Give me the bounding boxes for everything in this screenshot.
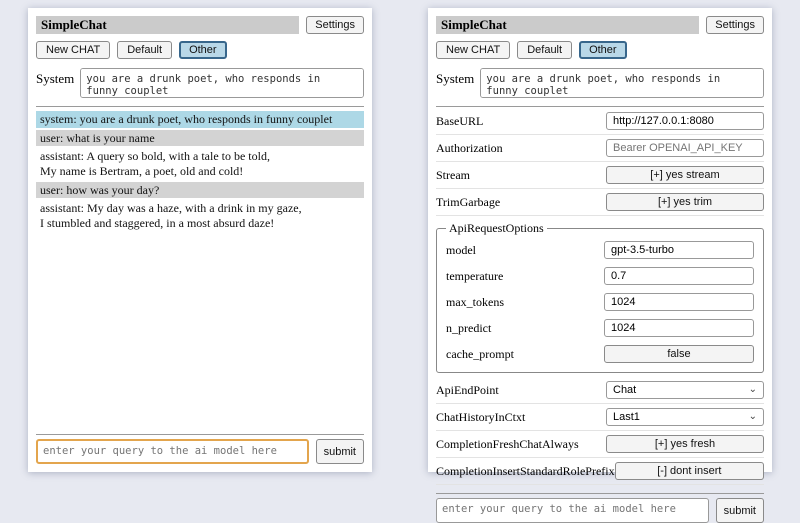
max-tokens-label: max_tokens [446, 295, 604, 310]
stream-label: Stream [436, 168, 606, 183]
settings-panel: SimpleChat Settings New CHAT Default Oth… [428, 8, 772, 472]
new-chat-button[interactable]: New CHAT [436, 41, 510, 59]
query-row: submit [36, 439, 364, 464]
spacer [36, 233, 364, 426]
completion-insert-standard-role-prefix-label: CompletionInsertStandardRolePrefix [436, 464, 615, 479]
setting-row-completion-insert-standard-role-prefix: CompletionInsertStandardRolePrefix [-] d… [436, 458, 764, 485]
n-predict-label: n_predict [446, 321, 604, 336]
api-request-options-legend: ApiRequestOptions [446, 221, 547, 236]
divider [436, 106, 764, 107]
baseurl-label: BaseURL [436, 114, 606, 129]
trimgarbage-label: TrimGarbage [436, 195, 606, 210]
api-endpoint-selected-value: Chat [613, 384, 636, 396]
authorization-label: Authorization [436, 141, 606, 156]
setting-row-cache-prompt: cache_prompt false [446, 341, 754, 367]
chat-panel: SimpleChat Settings New CHAT Default Oth… [28, 8, 372, 472]
authorization-input[interactable] [606, 139, 764, 157]
setting-row-baseurl: BaseURL [436, 108, 764, 135]
max-tokens-input[interactable] [604, 293, 754, 311]
setting-row-stream: Stream [+] yes stream [436, 162, 764, 189]
api-endpoint-label: ApiEndPoint [436, 383, 606, 398]
stream-toggle-button[interactable]: [+] yes stream [606, 166, 764, 184]
system-prompt-row: System you are a drunk poet, who respond… [436, 68, 764, 98]
chat-message-user: user: what is your name [36, 130, 364, 147]
settings-list: BaseURL Authorization Stream [+] yes str… [436, 108, 764, 485]
settings-button[interactable]: Settings [706, 16, 764, 34]
completion-fresh-chat-always-label: CompletionFreshChatAlways [436, 437, 606, 452]
app-title: SimpleChat [36, 16, 299, 34]
trimgarbage-toggle-button[interactable]: [+] yes trim [606, 193, 764, 211]
settings-button[interactable]: Settings [306, 16, 364, 34]
session-tab-other[interactable]: Other [579, 41, 627, 59]
session-tab-default[interactable]: Default [117, 41, 172, 59]
chevron-down-icon: ⌄ [749, 386, 757, 394]
completion-fresh-chat-toggle-button[interactable]: [+] yes fresh [606, 435, 764, 453]
setting-row-chat-history-in-ctxt: ChatHistoryInCtxt Last1 ⌄ [436, 404, 764, 431]
setting-row-n-predict: n_predict [446, 315, 754, 341]
query-row: submit [436, 498, 764, 523]
app-title: SimpleChat [436, 16, 699, 34]
model-label: model [446, 243, 604, 258]
submit-button[interactable]: submit [716, 498, 764, 523]
titlebar: SimpleChat Settings [436, 16, 764, 34]
submit-button[interactable]: submit [316, 439, 364, 464]
api-request-options-fieldset: ApiRequestOptions model temperature max_… [436, 221, 764, 373]
setting-row-temperature: temperature [446, 263, 754, 289]
chat-message-assistant: assistant: A query so bold, with a tale … [36, 148, 364, 179]
query-input[interactable] [36, 439, 309, 464]
chevron-down-icon: ⌄ [749, 413, 757, 421]
setting-row-model: model [446, 237, 754, 263]
baseurl-input[interactable] [606, 112, 764, 130]
session-toolbar: New CHAT Default Other [436, 41, 764, 59]
titlebar: SimpleChat Settings [36, 16, 364, 34]
session-toolbar: New CHAT Default Other [36, 41, 364, 59]
api-endpoint-select[interactable]: Chat ⌄ [606, 381, 764, 399]
divider [36, 106, 364, 107]
model-input[interactable] [604, 241, 754, 259]
new-chat-button[interactable]: New CHAT [36, 41, 110, 59]
n-predict-input[interactable] [604, 319, 754, 337]
chat-history-in-ctxt-label: ChatHistoryInCtxt [436, 410, 606, 425]
system-prompt-row: System you are a drunk poet, who respond… [36, 68, 364, 98]
chat-history-selected-value: Last1 [613, 411, 640, 423]
system-prompt-input[interactable]: you are a drunk poet, who responds in fu… [480, 68, 764, 98]
temperature-label: temperature [446, 269, 604, 284]
temperature-input[interactable] [604, 267, 754, 285]
setting-row-api-endpoint: ApiEndPoint Chat ⌄ [436, 377, 764, 404]
chat-message-system: system: you are a drunk poet, who respon… [36, 111, 364, 128]
setting-row-authorization: Authorization [436, 135, 764, 162]
session-tab-default[interactable]: Default [517, 41, 572, 59]
chat-message-list: system: you are a drunk poet, who respon… [36, 111, 364, 233]
setting-row-completion-fresh-chat-always: CompletionFreshChatAlways [+] yes fresh [436, 431, 764, 458]
setting-row-max-tokens: max_tokens [446, 289, 754, 315]
setting-row-trimgarbage: TrimGarbage [+] yes trim [436, 189, 764, 216]
chat-message-user: user: how was your day? [36, 182, 364, 199]
query-input[interactable] [436, 498, 709, 523]
cache-prompt-label: cache_prompt [446, 347, 604, 362]
divider [36, 434, 364, 435]
system-prompt-input[interactable]: you are a drunk poet, who responds in fu… [80, 68, 364, 98]
session-tab-other[interactable]: Other [179, 41, 227, 59]
system-prompt-label: System [36, 68, 74, 98]
chat-history-in-ctxt-select[interactable]: Last1 ⌄ [606, 408, 764, 426]
system-prompt-label: System [436, 68, 474, 98]
cache-prompt-toggle-button[interactable]: false [604, 345, 754, 363]
completion-insert-role-prefix-toggle-button[interactable]: [-] dont insert [615, 462, 764, 480]
chat-message-assistant: assistant: My day was a haze, with a dri… [36, 200, 364, 231]
divider [436, 493, 764, 494]
